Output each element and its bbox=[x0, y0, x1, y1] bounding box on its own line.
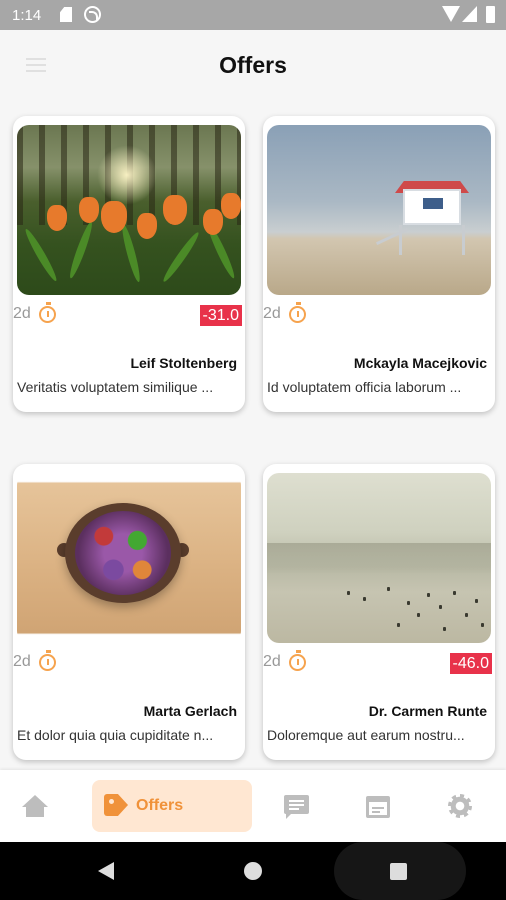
nav-label-offers: Offers bbox=[136, 797, 184, 814]
offer-description: Veritatis voluptatem similique ... bbox=[17, 379, 214, 395]
gear-icon[interactable] bbox=[446, 780, 474, 832]
recent-apps-icon[interactable] bbox=[390, 863, 407, 880]
signal-icon bbox=[462, 6, 477, 22]
back-icon[interactable] bbox=[98, 862, 114, 880]
offer-name: Leif Stoltenberg bbox=[130, 355, 237, 371]
time-left: 2d bbox=[13, 653, 31, 670]
bottom-nav: Offers bbox=[0, 770, 506, 842]
status-time: 1:14 bbox=[12, 7, 42, 24]
timer-icon bbox=[39, 302, 56, 323]
offer-description: Doloremque aut earum nostru... bbox=[267, 727, 465, 743]
discount-badge: -31.0 bbox=[199, 305, 242, 326]
offer-name: Mckayla Macejkovic bbox=[353, 355, 487, 371]
timer-icon bbox=[289, 302, 306, 323]
offer-card[interactable]: 2d Mckayla Macejkovic Id voluptatem offi… bbox=[263, 116, 495, 412]
home-circle-icon[interactable] bbox=[244, 862, 262, 880]
time-left: 2d bbox=[13, 305, 31, 322]
sd-card-icon bbox=[60, 7, 72, 22]
battery-icon bbox=[486, 6, 495, 23]
status-bar: 1:14 bbox=[0, 0, 506, 30]
chat-icon[interactable] bbox=[284, 780, 310, 832]
offer-card[interactable]: 2d -31.0 Leif Stoltenberg Veritatis volu… bbox=[13, 116, 245, 412]
offer-name: Dr. Carmen Runte bbox=[368, 703, 487, 719]
tag-icon bbox=[104, 794, 128, 816]
page-title: Offers bbox=[219, 52, 287, 78]
offer-description: Id voluptatem officia laborum ... bbox=[267, 379, 462, 395]
sync-icon bbox=[84, 6, 101, 23]
offer-image-beach bbox=[267, 125, 491, 295]
offer-name: Marta Gerlach bbox=[143, 703, 237, 719]
discount-badge: -46.0 bbox=[449, 653, 492, 674]
nav-item-offers[interactable]: Offers bbox=[92, 780, 252, 832]
offer-card[interactable]: 2d -46.0 Dr. Carmen Runte Doloremque aut… bbox=[263, 464, 495, 760]
system-nav-bar bbox=[0, 842, 506, 900]
time-left: 2d bbox=[263, 305, 281, 322]
app-bar: Offers bbox=[0, 30, 506, 102]
offer-image-tulips bbox=[17, 125, 241, 295]
offer-image-salad bbox=[17, 473, 241, 643]
home-icon[interactable] bbox=[22, 780, 48, 832]
timer-icon bbox=[39, 650, 56, 671]
offer-card[interactable]: 2d Marta Gerlach Et dolor quia quia cupi… bbox=[13, 464, 245, 760]
offer-description: Et dolor quia quia cupiditate n... bbox=[17, 727, 214, 743]
time-left: 2d bbox=[263, 653, 281, 670]
timer-icon bbox=[289, 650, 306, 671]
offer-image-hazy-beach bbox=[267, 473, 491, 643]
calendar-icon[interactable] bbox=[366, 780, 390, 832]
wifi-icon bbox=[442, 6, 460, 22]
